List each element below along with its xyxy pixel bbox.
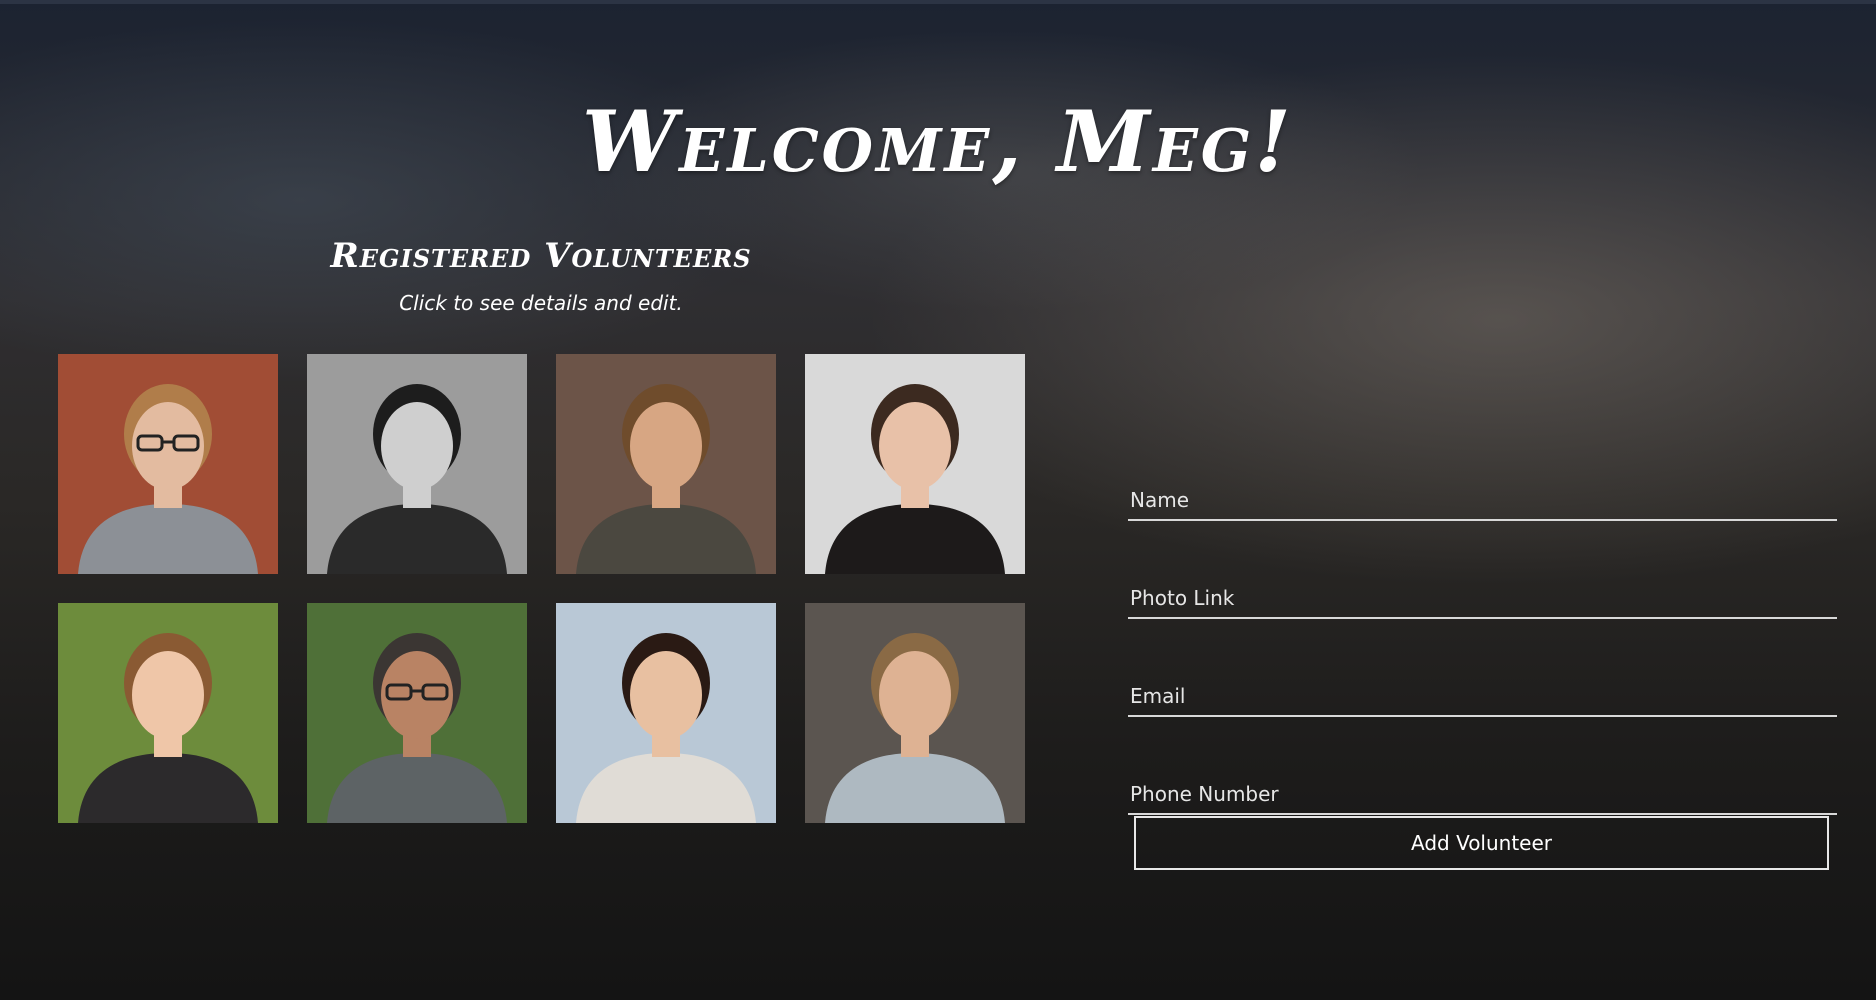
volunteer-card[interactable] — [58, 354, 278, 574]
add-volunteer-button[interactable]: Add Volunteer — [1134, 816, 1829, 870]
volunteer-card[interactable] — [307, 354, 527, 574]
volunteer-card[interactable] — [805, 603, 1025, 823]
welcome-title: Welcome, Meg! — [581, 92, 1295, 192]
email-field-wrap — [1128, 636, 1837, 734]
volunteer-photo — [805, 354, 1025, 574]
volunteer-photo — [58, 603, 278, 823]
volunteer-photo — [58, 354, 278, 574]
name-input[interactable] — [1128, 481, 1837, 521]
volunteer-grid — [58, 354, 1025, 823]
add-volunteer-form: Add Volunteer — [1128, 440, 1837, 870]
volunteers-subheading: Click to see details and edit. — [399, 291, 683, 315]
volunteer-photo — [307, 354, 527, 574]
email-input[interactable] — [1128, 677, 1837, 717]
volunteer-card[interactable] — [58, 603, 278, 823]
photo-link-input[interactable] — [1128, 579, 1837, 619]
volunteer-card[interactable] — [805, 354, 1025, 574]
volunteer-photo — [556, 354, 776, 574]
volunteer-photo — [307, 603, 527, 823]
phone-number-input[interactable] — [1128, 775, 1837, 815]
volunteer-photo — [805, 603, 1025, 823]
name-field-wrap — [1128, 440, 1837, 538]
volunteers-heading: Registered Volunteers — [330, 236, 752, 276]
volunteer-photo — [556, 603, 776, 823]
top-edge — [0, 0, 1876, 4]
photo-field-wrap — [1128, 538, 1837, 636]
volunteer-card[interactable] — [556, 603, 776, 823]
volunteer-card[interactable] — [556, 354, 776, 574]
volunteer-card[interactable] — [307, 603, 527, 823]
